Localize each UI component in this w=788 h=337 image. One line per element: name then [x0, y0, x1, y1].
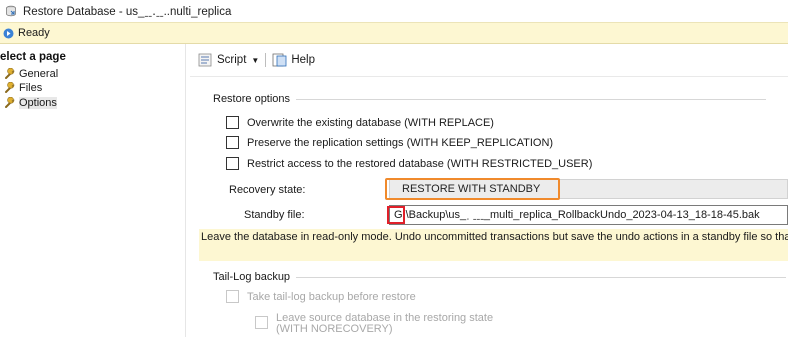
recovery-info-message: Leave the database in read-only mode. Un…	[199, 229, 788, 261]
leave-source-checkbox[interactable]	[255, 316, 268, 329]
page-item-options[interactable]: Options	[4, 97, 57, 109]
recovery-state-highlight	[385, 178, 560, 200]
window-title: Restore Database - us_ˍˍ․ˍˍ..nulti_repli…	[23, 6, 232, 18]
help-button-label: Help	[291, 54, 315, 66]
tail-log-backup-checkbox[interactable]	[226, 290, 239, 303]
page-item-label: Options	[19, 97, 57, 109]
overwrite-checkbox-label: Overwrite the existing database (WITH RE…	[247, 116, 494, 129]
standby-file-label: Standby file:	[244, 209, 305, 221]
script-button[interactable]: Script ▼	[198, 53, 259, 67]
page-item-files[interactable]: Files	[4, 82, 42, 94]
script-button-label: Script	[217, 54, 247, 66]
wrench-icon	[5, 68, 15, 79]
recovery-state-label: Recovery state:	[229, 184, 306, 196]
restrict-access-checkbox-row[interactable]: Restrict access to the restored database…	[226, 157, 592, 170]
drive-letter-highlight	[387, 206, 405, 224]
page-selector-pane: elect a page General Files Options	[0, 44, 186, 337]
tail-log-backup-checkbox-label: Take tail-log backup before restore	[247, 290, 416, 303]
overwrite-checkbox-row[interactable]: Overwrite the existing database (WITH RE…	[226, 116, 494, 129]
ready-status-icon	[3, 28, 14, 38]
wrench-icon	[5, 82, 15, 93]
tail-log-label: Tail-Log backup	[213, 271, 291, 283]
toolbar: Script ▼ Help	[198, 50, 315, 70]
toolbar-separator	[265, 53, 267, 67]
wrench-icon	[5, 97, 15, 108]
overwrite-checkbox[interactable]	[226, 116, 239, 129]
page-item-label: Files	[19, 82, 43, 94]
standby-file-input[interactable]: G:\Backup\us_ˌ ˍˍˍ_multi_replica_Rollbac…	[389, 205, 788, 225]
group-divider	[296, 276, 787, 278]
tail-log-group-header: Tail-Log backup	[213, 271, 787, 283]
group-divider	[296, 98, 767, 100]
restrict-access-checkbox-label: Restrict access to the restored database…	[247, 157, 593, 170]
select-page-heading: elect a page	[0, 51, 66, 63]
restrict-access-checkbox[interactable]	[226, 157, 239, 170]
status-text: Ready	[18, 27, 50, 39]
preserve-replication-checkbox-label: Preserve the replication settings (WITH …	[247, 136, 554, 149]
toolbar-divider	[190, 76, 788, 77]
preserve-replication-checkbox-row[interactable]: Preserve the replication settings (WITH …	[226, 136, 553, 149]
page-item-label: General	[19, 68, 59, 80]
preserve-replication-checkbox[interactable]	[226, 136, 239, 149]
tail-log-backup-checkbox-row[interactable]: Take tail-log backup before restore	[226, 290, 416, 303]
status-bar: Ready	[0, 22, 788, 44]
leave-source-label-line2: (WITH NORECOVERY)	[276, 323, 393, 335]
restore-options-group-header: Restore options	[213, 93, 767, 105]
script-icon	[198, 53, 212, 67]
chevron-down-icon[interactable]: ▼	[251, 56, 259, 65]
help-button[interactable]: Help	[272, 53, 315, 67]
restore-options-label: Restore options	[213, 93, 291, 105]
leave-source-checkbox-row[interactable]: Leave source database in the restoring s…	[255, 313, 493, 335]
help-icon	[272, 53, 287, 67]
page-item-general[interactable]: General	[4, 68, 58, 80]
database-restore-icon	[6, 5, 16, 17]
title-bar: Restore Database - us_ˍˍ․ˍˍ..nulti_repli…	[0, 0, 788, 22]
